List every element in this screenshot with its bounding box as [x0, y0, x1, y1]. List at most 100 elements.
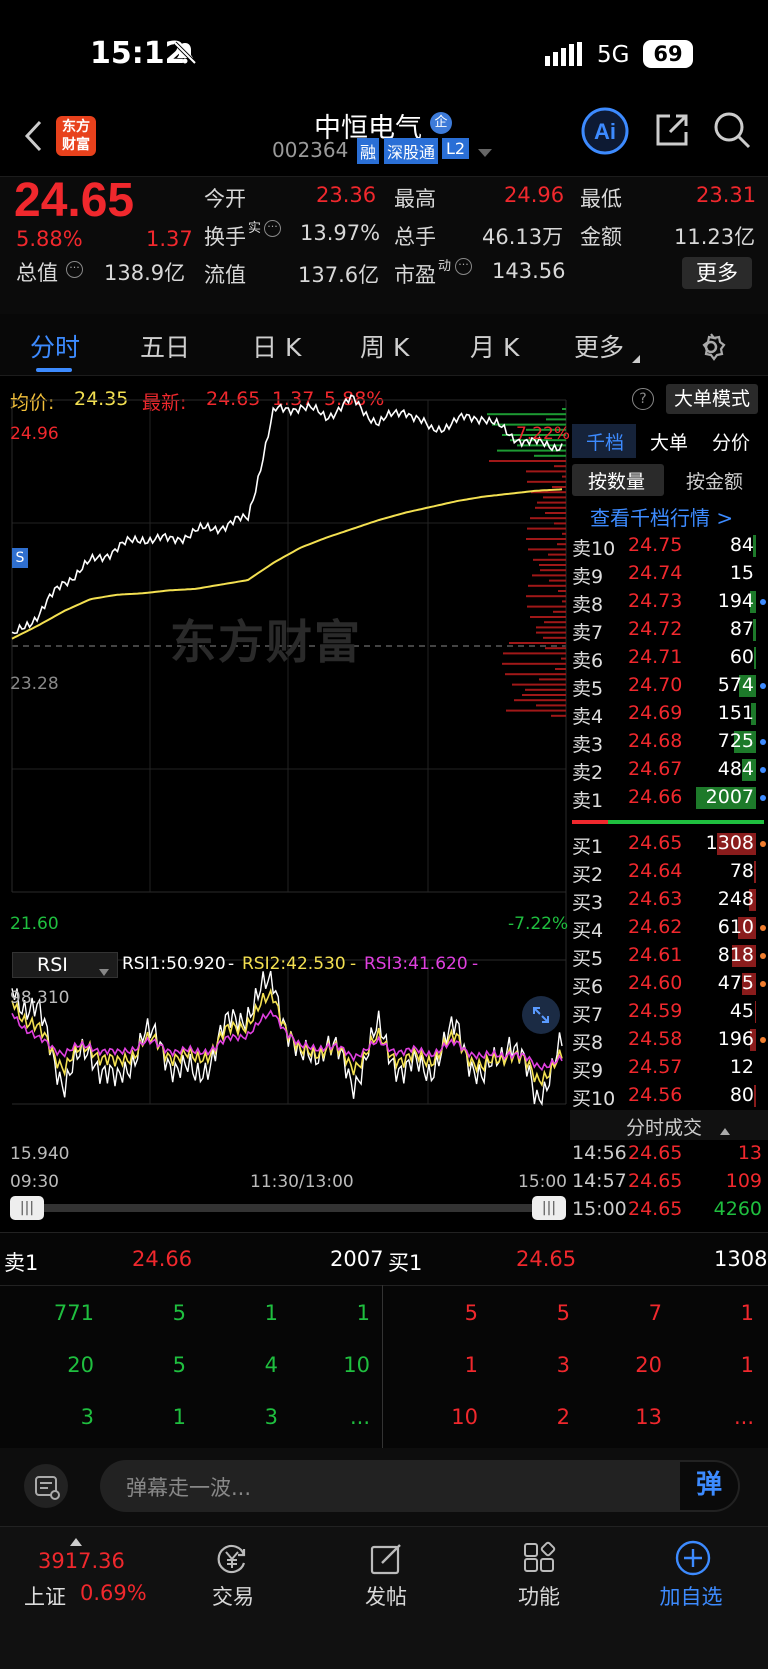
depth-bar	[505, 673, 566, 676]
order-dot-icon	[760, 767, 766, 773]
bid-row[interactable]: 买1 24.65 1308	[570, 830, 768, 858]
nav-functions[interactable]: 功能	[484, 1581, 594, 1611]
ask-row[interactable]: 卖1 24.66 2007	[570, 784, 768, 812]
time-axis-end: 15:00	[518, 1172, 567, 1192]
ai-icon[interactable]: Ai	[580, 106, 630, 160]
danmu-send-button[interactable]: 弹	[680, 1462, 738, 1510]
tab-big-order[interactable]: 大单	[650, 428, 688, 455]
app-logo: 东方 财富	[56, 116, 96, 156]
level-volume: 484	[717, 758, 754, 780]
ask-row[interactable]: 卖7 24.72 87	[570, 616, 768, 644]
bid-row[interactable]: 买3 24.63 248	[570, 886, 768, 914]
danmu-bar: 弹幕走一波... 弹	[0, 1448, 768, 1526]
subtab-by-quantity[interactable]: 按数量	[572, 464, 664, 496]
bid-row[interactable]: 买6 24.60 475	[570, 970, 768, 998]
level-price: 24.73	[628, 590, 683, 612]
range-handle-left[interactable]: |||	[10, 1196, 44, 1220]
depth-bar	[545, 647, 566, 650]
view-thousand-level-link[interactable]: 查看千档行情 >	[590, 502, 733, 531]
pct-axis-bottom: -7.22%	[508, 914, 569, 934]
tab-more[interactable]: 更多	[574, 328, 624, 364]
change-amount: 1.37	[146, 227, 193, 251]
tab-weekly-k[interactable]: 周 K	[360, 328, 409, 364]
level-label: 买8	[572, 1032, 604, 1054]
tab-thousand-level-label: 千档	[586, 432, 625, 454]
ask-row[interactable]: 卖5 24.70 574	[570, 672, 768, 700]
search-icon[interactable]	[712, 110, 752, 154]
more-dots-icon[interactable]: ···	[455, 258, 472, 275]
queue-order-size: 13	[635, 1405, 662, 1429]
bid-row[interactable]: 买8 24.58 196	[570, 1026, 768, 1054]
time-range-track[interactable]	[12, 1204, 566, 1212]
tab-intraday[interactable]: 分时	[30, 328, 80, 364]
index-name[interactable]: 上证	[24, 1581, 66, 1611]
level-price: 24.62	[628, 916, 683, 938]
rsi2-value: RSI2:42.530	[242, 954, 346, 974]
index-change[interactable]: 0.69%	[80, 1581, 147, 1605]
nav-add-watchlist[interactable]: 加自选	[636, 1581, 746, 1611]
level-price: 24.56	[628, 1084, 683, 1106]
bid-row[interactable]: 买4 24.62 610	[570, 914, 768, 942]
price-axis-mid: 23.28	[10, 674, 59, 694]
caret-up-icon[interactable]	[720, 1121, 730, 1140]
danmu-settings-icon[interactable]	[24, 1464, 68, 1508]
add-watchlist-icon[interactable]	[674, 1539, 712, 1581]
watermark: 东方财富	[170, 615, 362, 669]
bid-row[interactable]: 买9 24.57 12	[570, 1054, 768, 1082]
bid-row[interactable]: 买7 24.59 45	[570, 998, 768, 1026]
depth-bar	[544, 621, 566, 624]
tab-price-dist[interactable]: 分价	[712, 428, 750, 455]
tab-thousand-level[interactable]: 千档	[572, 424, 636, 458]
tab-five-day[interactable]: 五日	[140, 328, 190, 364]
help-icon[interactable]: ?	[632, 388, 654, 410]
trade-yen-icon[interactable]	[214, 1541, 250, 1581]
bid-row[interactable]: 买2 24.64 78	[570, 858, 768, 886]
level-label: 卖1	[572, 790, 604, 812]
level-volume: 78	[729, 860, 754, 882]
nav-post[interactable]: 发帖	[331, 1581, 441, 1611]
ask-row[interactable]: 卖10 24.75 84	[570, 532, 768, 560]
functions-grid-icon[interactable]	[522, 1541, 558, 1581]
range-handle-right[interactable]: |||	[532, 1196, 566, 1220]
tab-monthly-k[interactable]: 月 K	[470, 328, 519, 364]
ask-list: 卖10 24.75 84 卖9 24.74 15 卖8 24.73 194 卖7 24.72 87 卖6…	[570, 532, 768, 812]
pe-label: 市盈	[394, 263, 436, 287]
ask-row[interactable]: 卖9 24.74 15	[570, 560, 768, 588]
rsi-axis-bottom: 15.940	[10, 1144, 70, 1164]
bid-row[interactable]: 买10 24.56 80	[570, 1082, 768, 1110]
danmu-input[interactable]: 弹幕走一波...	[100, 1460, 740, 1512]
more-dots-icon[interactable]: ···	[264, 220, 281, 237]
level-volume: 80	[729, 1084, 754, 1106]
back-arrow-icon[interactable]	[22, 118, 46, 158]
ask-row[interactable]: 卖3 24.68 725	[570, 728, 768, 756]
settings-gear-icon[interactable]	[696, 332, 726, 366]
ask-row[interactable]: 卖6 24.71 60	[570, 644, 768, 672]
level-price: 24.64	[628, 860, 683, 882]
queue-order-size: 10	[343, 1353, 370, 1377]
expand-icon[interactable]	[522, 996, 560, 1034]
nav-trade[interactable]: 交易	[178, 1581, 288, 1611]
rsi1-dash: -	[228, 954, 235, 974]
level-price: 24.70	[628, 674, 683, 696]
big-order-mode-button[interactable]: 大单模式	[666, 384, 758, 414]
index-value[interactable]: 3917.36	[38, 1549, 125, 1573]
post-edit-icon[interactable]	[368, 1541, 404, 1581]
intraday-chart-svg[interactable]	[0, 378, 570, 1230]
volume-bar	[754, 861, 756, 883]
bid-row[interactable]: 买5 24.61 818	[570, 942, 768, 970]
more-dots-icon[interactable]: ···	[66, 261, 83, 278]
more-button[interactable]: 更多	[682, 257, 752, 289]
depth-bar	[548, 553, 566, 556]
tab-daily-k[interactable]: 日 K	[252, 328, 301, 364]
ask-row[interactable]: 卖2 24.67 484	[570, 756, 768, 784]
subtab-by-amount[interactable]: 按金额	[686, 467, 743, 494]
depth-bar	[487, 413, 566, 416]
sell-marker[interactable]: S	[12, 548, 28, 568]
ask-row[interactable]: 卖8 24.73 194	[570, 588, 768, 616]
ask-row[interactable]: 卖4 24.69 151	[570, 700, 768, 728]
share-icon[interactable]	[652, 110, 692, 154]
dropdown-triangle-icon[interactable]	[478, 144, 492, 163]
depth-bar	[537, 501, 566, 504]
rsi-selector[interactable]: RSI	[12, 952, 118, 978]
pct-axis-top: 7.22%	[516, 424, 571, 444]
